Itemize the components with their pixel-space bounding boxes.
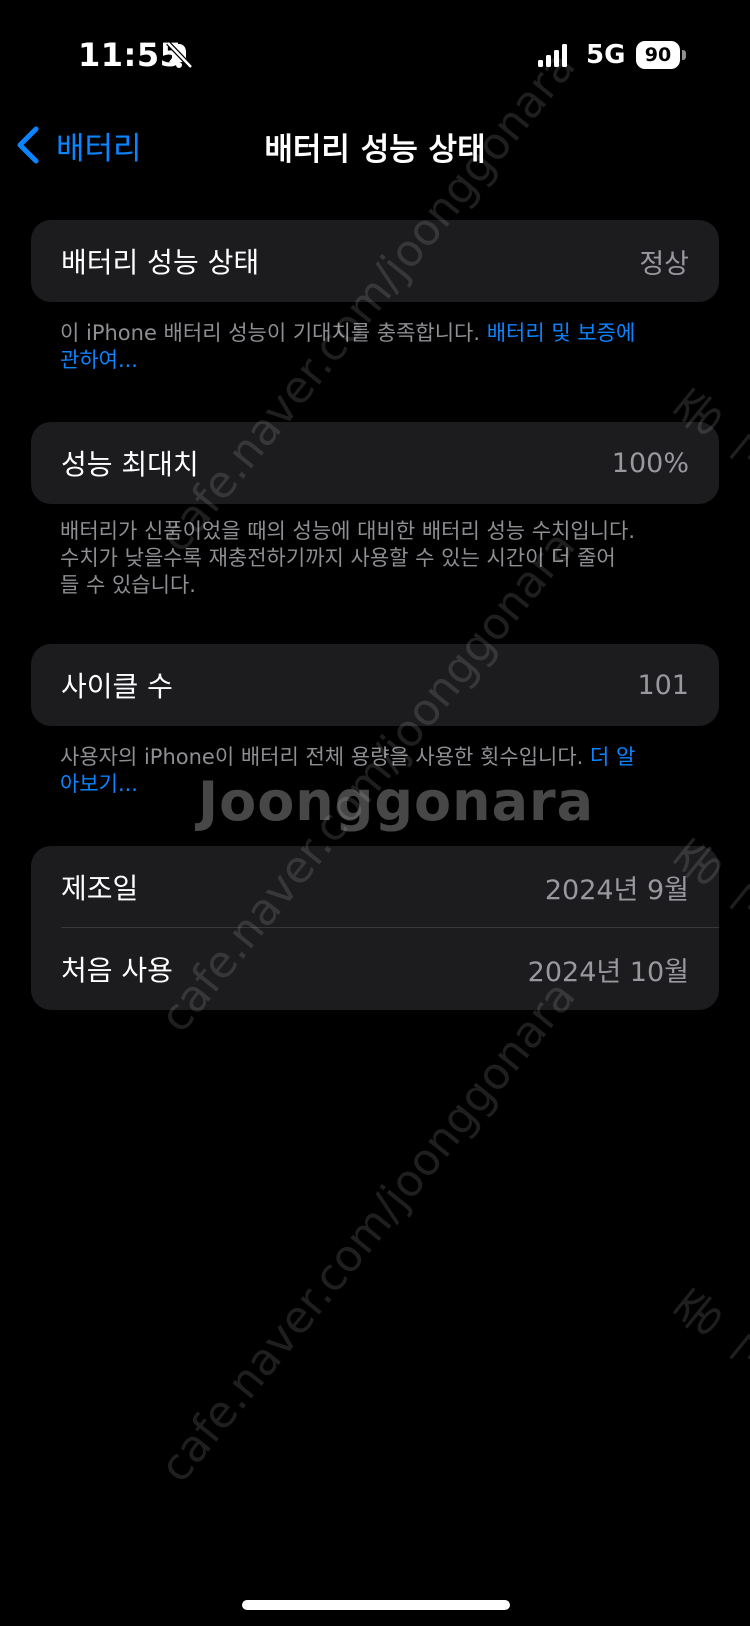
first-use-label: 처음 사용: [61, 954, 173, 987]
bell-slash-icon: [166, 41, 193, 69]
learn-more-link-continued[interactable]: 아보기...: [60, 772, 138, 796]
manufacture-date-value: 2024년 9월: [544, 874, 689, 906]
dates-group: 제조일 2024년 9월 처음 사용 2024년 10월: [31, 846, 719, 1010]
cycle-count-group: 사이클 수 101: [31, 644, 719, 726]
max-capacity-row: 성능 최대치 100%: [31, 422, 719, 504]
status-bar: 11:55 5G 90: [0, 0, 750, 100]
battery-tip: [682, 50, 686, 60]
cycle-count-label: 사이클 수: [61, 670, 173, 703]
battery-health-footer-text: 이 iPhone 배터리 성능이 기대치를 충족합니다.: [60, 321, 487, 345]
battery-icon: 90: [636, 41, 686, 69]
cycle-count-footer-text: 사용자의 iPhone이 배터리 전체 용량을 사용한 횟수입니다.: [60, 745, 591, 769]
battery-warranty-link-continued[interactable]: 관하여...: [60, 348, 138, 372]
max-capacity-group: 성능 최대치 100%: [31, 422, 719, 504]
watermark-side: 중고: [664, 1278, 750, 1393]
first-use-row: 처음 사용 2024년 10월: [31, 928, 719, 1010]
page-title: 배터리 성능 상태: [264, 132, 486, 168]
battery-warranty-link[interactable]: 배터리 및 보증에: [487, 321, 636, 345]
manufacture-date-label: 제조일: [61, 872, 139, 905]
manufacture-date-row: 제조일 2024년 9월: [31, 846, 719, 928]
watermark-url: cafe.naver.com/joonggonara: [150, 971, 586, 1493]
battery-health-label: 배터리 성능 상태: [61, 246, 260, 279]
home-indicator[interactable]: [242, 1600, 510, 1610]
navigation-bar: 배터리 배터리 성능 상태: [0, 110, 750, 180]
battery-health-value: 정상: [639, 248, 689, 280]
network-type: 5G: [586, 40, 626, 70]
max-capacity-label: 성능 최대치: [61, 448, 199, 481]
learn-more-link[interactable]: 더 알: [590, 745, 635, 769]
max-capacity-footer-line3: 들 수 있습니다.: [60, 573, 196, 597]
cycle-count-row: 사이클 수 101: [31, 644, 719, 726]
max-capacity-value: 100%: [611, 447, 689, 479]
battery-level: 90: [636, 41, 680, 69]
cycle-count-value: 101: [637, 669, 689, 701]
